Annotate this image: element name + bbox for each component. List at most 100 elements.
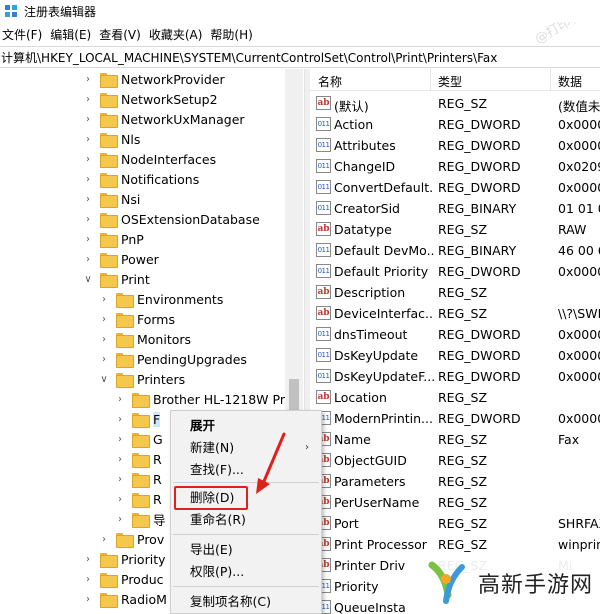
tree-item[interactable]: › Forms [98,309,175,329]
tree-item[interactable]: › R [114,469,162,489]
menu-view[interactable]: 查看(V) [97,26,147,43]
tree-item[interactable]: › OSExtensionDatabase [82,209,260,229]
tree-item[interactable]: › G [114,429,163,449]
binary-value-icon: 011 [316,348,331,362]
chevron-right-icon[interactable]: › [114,469,126,489]
tree-item[interactable]: › Brother HL-1218W Print [114,389,301,409]
chevron-right-icon[interactable]: › [114,389,126,409]
chevron-right-icon[interactable]: › [82,109,94,129]
table-row[interactable]: 011Attributes REG_DWORD 0x0000 [310,135,600,156]
column-header-type[interactable]: 类型 [438,73,462,90]
context-menu-item[interactable]: 权限(P)... [171,561,321,583]
tree-item[interactable]: › NetworkProvider [82,69,225,89]
tree-item[interactable]: › 导 [114,509,166,529]
context-menu-item[interactable]: 导出(E) [171,539,321,561]
tree-item[interactable]: › Priority [82,549,166,569]
table-row[interactable]: 011ConvertDefault... REG_DWORD 0x0000 [310,177,600,198]
tree-item[interactable]: › PendingUpgrades [98,349,247,369]
table-row[interactable]: 011Action REG_DWORD 0x0000 [310,114,600,135]
tree-item[interactable]: › NodeInterfaces [82,149,216,169]
chevron-right-icon[interactable]: › [82,569,94,589]
tree-item[interactable]: ∨ Printers [98,369,185,389]
chevron-right-icon[interactable]: › [82,169,94,189]
table-row[interactable]: 011DsKeyUpdate REG_DWORD 0x0000 [310,345,600,366]
tree-item[interactable]: › NetworkSetup2 [82,89,218,109]
chevron-right-icon[interactable]: › [82,209,94,229]
table-row[interactable]: 011ModernPrintin...REG_DWORD0x0000 [310,408,600,429]
chevron-right-icon[interactable]: › [114,509,126,529]
chevron-right-icon[interactable]: › [82,189,94,209]
table-row[interactable]: ab Description REG_SZ [310,282,600,303]
column-header-data[interactable]: 数据 [558,73,582,90]
tree-item-label: PendingUpgrades [137,351,247,367]
chevron-right-icon[interactable]: › [82,69,94,89]
chevron-right-icon[interactable]: › [82,149,94,169]
tree-item[interactable]: › Prov [98,529,164,549]
chevron-right-icon[interactable]: › [114,429,126,449]
chevron-right-icon[interactable]: › [114,449,126,469]
tree-item[interactable]: › NetworkUxManager [82,109,245,129]
menu-edit[interactable]: 编辑(E) [48,26,97,43]
tree-item[interactable]: › Nsi [82,189,140,209]
chevron-right-icon[interactable]: › [98,329,110,349]
table-row[interactable]: ab Location REG_SZ [310,387,600,408]
chevron-right-icon[interactable]: › [82,589,94,609]
tree-item-label: Produc [121,571,164,587]
menu-file[interactable]: 文件(F) [0,26,48,43]
table-row[interactable]: ab ObjectGUID REG_SZ [310,450,600,471]
chevron-right-icon[interactable]: › [82,229,94,249]
tree-item[interactable]: › Environments [98,289,223,309]
table-row[interactable]: 011Default DevMo... REG_BINARY 46 00 6 [310,240,600,261]
menu-favorites[interactable]: 收藏夹(A) [147,26,209,43]
table-row[interactable]: 011DsKeyUpdateF... REG_DWORD 0x0000 [310,366,600,387]
chevron-right-icon[interactable]: › [82,129,94,149]
chevron-right-icon[interactable]: › [98,289,110,309]
context-menu-item[interactable]: 重命名(R) [171,509,321,531]
tree-item[interactable]: › PnP [82,229,144,249]
context-menu-item-label: 展开 [190,418,216,433]
chevron-down-icon[interactable]: ∨ [82,269,94,289]
table-row[interactable]: ab Name REG_SZ Fax [310,429,600,450]
table-row[interactable]: 011ChangeID REG_DWORD 0x0209 [310,156,600,177]
table-row[interactable]: ab DeviceInterfac... REG_SZ \\?\SWI [310,303,600,324]
value-type: REG_SZ [438,474,488,489]
tree-item[interactable]: › R [114,449,162,469]
chevron-right-icon[interactable]: › [98,349,110,369]
address-bar[interactable]: 计算机\HKEY_LOCAL_MACHINE\SYSTEM\CurrentCon… [0,46,600,68]
tree-item[interactable]: › Notifications [82,169,199,189]
tree-item[interactable]: › Monitors [98,329,191,349]
chevron-right-icon[interactable]: › [98,309,110,329]
value-data: 0x0000 [558,138,600,153]
table-row[interactable]: 011CreatorSid REG_BINARY 01 01 0 [310,198,600,219]
column-header-name[interactable]: 名称 [318,73,342,90]
table-row[interactable]: 011Default Priority REG_DWORD 0x0000 [310,261,600,282]
tree-item[interactable]: › F [114,409,161,429]
context-menu-item[interactable]: 复制项名称(C) [171,591,321,613]
chevron-right-icon[interactable]: › [114,489,126,509]
values-list[interactable]: 名称 类型 数据 ab(默认)REG_SZ(数值未设011ActionREG_D… [310,69,600,614]
tree-item[interactable]: › Nls [82,129,140,149]
tree-item[interactable]: › Produc [82,569,164,589]
tree-item-label: Brother HL-1218W Print [153,391,302,407]
table-row[interactable]: ab(默认) REG_SZ (数值未设 [310,93,600,114]
table-row[interactable]: ab PerUserName REG_SZ [310,492,600,513]
table-row[interactable]: ab Parameters REG_SZ [310,471,600,492]
tree-item[interactable]: › R [114,489,162,509]
chevron-right-icon[interactable]: › [98,529,110,549]
chevron-down-icon[interactable]: ∨ [98,369,110,389]
table-row[interactable]: ab Datatype REG_SZ RAW [310,219,600,240]
chevron-right-icon[interactable]: › [114,409,126,429]
table-row[interactable]: abPortREG_SZSHRFAX [310,513,600,534]
table-row[interactable]: 011dnsTimeout REG_DWORD 0x0000 [310,324,600,345]
chevron-right-icon[interactable]: › [82,549,94,569]
tree-item-label: G [153,431,163,447]
value-name: dnsTimeout [334,327,408,342]
menu-help[interactable]: 帮助(H) [208,26,258,43]
tree-item[interactable]: › Power [82,249,159,269]
context-menu-item-label: 查找(F)... [190,462,244,477]
chevron-right-icon[interactable]: › [82,249,94,269]
value-data: 0x0000 [558,180,600,195]
chevron-right-icon[interactable]: › [82,89,94,109]
tree-item[interactable]: ∨ Print [82,269,150,289]
tree-item[interactable]: › RadioM [82,589,167,609]
